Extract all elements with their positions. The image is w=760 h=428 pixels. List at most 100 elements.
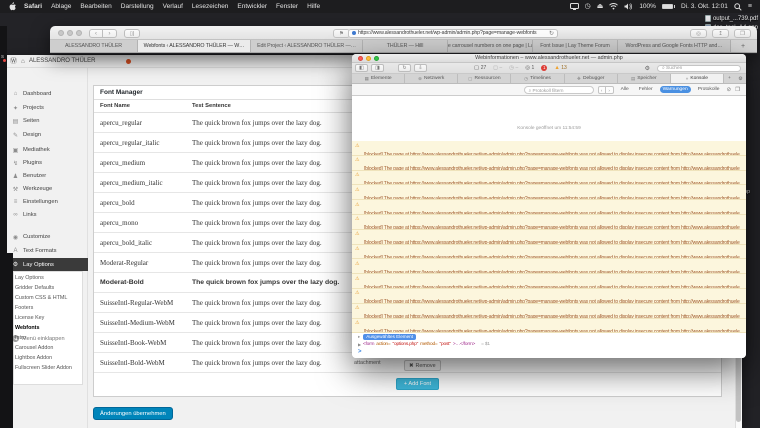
inspector-tab-debugger[interactable]: ❖Debugger (565, 74, 618, 83)
sidebar-item-design[interactable]: ✎Design (5, 129, 88, 141)
zoom-window-icon[interactable] (76, 30, 82, 36)
console-warning-row[interactable]: ⚠[blocked] The page at https://www.aless… (352, 304, 746, 319)
menu-item-entwickler[interactable]: Entwickler (237, 3, 267, 10)
console-warning-row[interactable]: ⚠[blocked] The page at https://www.aless… (352, 185, 746, 200)
wordpress-logo-icon[interactable]: Ⓦ (10, 56, 17, 66)
safari-tab-3[interactable]: Edit Project ‹ ALESSANDRO THÜLER —… (251, 40, 363, 52)
new-tab-button[interactable]: + (731, 40, 755, 52)
sidebar-item-text-formats[interactable]: AText Formats (5, 245, 88, 257)
clear-console-icon[interactable]: ⊘ (726, 87, 731, 93)
submenu-item-webfonts[interactable]: Webfonts (15, 325, 85, 331)
menu-item-ablage[interactable]: Ablage (51, 3, 71, 10)
console-warning-row[interactable]: ⚠[blocked] The page at https://www.aless… (352, 259, 746, 274)
submenu-item-lightbox-addon[interactable]: Lightbox Addon (15, 355, 85, 361)
inspector-settings-gear-icon[interactable]: ⚙ (645, 65, 650, 72)
sidebar-item-projects[interactable]: ✦Projects (5, 102, 88, 114)
add-font-button[interactable]: + Add Font (396, 378, 439, 390)
selected-element-row[interactable]: ▸ Ausgewähltes Element (352, 333, 746, 340)
close-window-icon[interactable] (358, 56, 363, 61)
sidebar-item-lay-options[interactable]: ⚙Lay Options (5, 258, 88, 271)
inspector-tab-speicher[interactable]: ▤Speicher (618, 74, 671, 83)
reader-button[interactable]: ◎ (690, 29, 707, 38)
inspector-search-input[interactable]: ⌕ Suchen (657, 65, 741, 72)
submenu-item-carousel-addon[interactable]: Carousel Addon (15, 345, 85, 351)
remove-font-button[interactable]: ✖Remove (404, 360, 441, 371)
submenu-item-fullscreen-slider-addon[interactable]: Fullscreen Slider Addon (15, 365, 85, 371)
add-tab-button[interactable]: + (724, 74, 735, 83)
desktop-file-pdf[interactable]: output_...739.pdf (705, 15, 758, 22)
console-warning-row[interactable]: ⚠[blocked] The page at https://www.aless… (352, 245, 746, 260)
submenu-item-license-key[interactable]: License Key (15, 315, 85, 321)
menu-item-bearbeiten[interactable]: Bearbeiten (80, 3, 111, 10)
minimize-window-icon[interactable] (366, 56, 371, 61)
menu-item-fenster[interactable]: Fenster (276, 3, 298, 10)
inspector-tab-elemente[interactable]: ▦Elemente (352, 74, 405, 83)
menu-item-safari[interactable]: Safari (24, 3, 42, 10)
next-icon[interactable]: › (606, 86, 614, 94)
safari-tab-4[interactable]: THÜLER — Hilll (363, 40, 448, 52)
sidebar-item-links[interactable]: ∞Links (5, 209, 88, 221)
submenu-item-lay-options[interactable]: Lay Options (15, 275, 85, 281)
address-bar[interactable]: https://www.alessandrothueler.net/wp-adm… (348, 29, 558, 38)
apply-changes-button[interactable]: Änderungen übernehmen (93, 407, 173, 420)
safari-tab-2[interactable]: Webfonts ‹ ALESSANDRO THÜLER — W… (138, 40, 251, 52)
warning-count-badge[interactable]: ▲13 (554, 65, 567, 71)
close-window-icon[interactable] (58, 30, 64, 36)
sidebar-item-customize[interactable]: ◉Customize (5, 231, 88, 243)
inspector-tab-konsole[interactable]: »Konsole (671, 74, 724, 83)
menu-item-lesezeichen[interactable]: Lesezeichen (192, 3, 229, 10)
console-warning-row[interactable]: ⚠[blocked] The page at https://www.aless… (352, 141, 746, 156)
menu-item-darstellung[interactable]: Darstellung (121, 3, 154, 10)
console-warning-row[interactable]: ⚠[blocked] The page at https://www.aless… (352, 215, 746, 230)
safari-tab-7[interactable]: WordPress and Google Fonts HTTP and… (618, 40, 731, 52)
menu-bar-clock[interactable]: Di. 3. Okt. 12:01 (681, 3, 728, 10)
scrollbar-thumb[interactable] (736, 350, 741, 422)
sidebar-item-dashboard[interactable]: ⌂Dashboard (5, 88, 88, 100)
time-machine-icon[interactable]: ◷ (585, 3, 591, 10)
sidebar-item-plugins[interactable]: ↯Plugins (5, 157, 88, 169)
log-filter-input[interactable]: ⌕ Protokoll filtern (524, 86, 594, 94)
console-warning-row[interactable]: ⚠[blocked] The page at https://www.aless… (352, 156, 746, 171)
wifi-icon[interactable] (609, 3, 618, 10)
safari-tab-5[interactable]: hide carrousel numbers on one page | La… (448, 40, 533, 52)
forward-button[interactable]: › (103, 29, 117, 38)
console-warning-row[interactable]: ⚠[blocked] The page at https://www.aless… (352, 319, 746, 334)
apple-menu-icon[interactable] (9, 2, 17, 11)
filter-logs-button[interactable]: Protokolle (695, 86, 723, 93)
console-prompt[interactable]: > (352, 348, 746, 356)
split-console-icon[interactable]: ❐ (735, 87, 740, 93)
wp-site-name[interactable]: ALESSANDRO THÜLER (29, 58, 96, 64)
node-count-badge[interactable]: ◎1 (525, 65, 534, 71)
zoom-window-icon[interactable] (374, 56, 379, 61)
menu-item-verlauf[interactable]: Verlauf (163, 3, 183, 10)
console-warning-row[interactable]: ⚠[blocked] The page at https://www.aless… (352, 200, 746, 215)
dock-side-icon[interactable]: ◧ (355, 64, 368, 72)
sidebar-item-benutzer[interactable]: ♟Benutzer (5, 170, 88, 182)
submenu-item-footers[interactable]: Footers (15, 305, 85, 311)
sidebar-item-seiten[interactable]: ▤Seiten (5, 115, 88, 127)
submenu-item-custom-css-html[interactable]: Custom CSS & HTML (15, 295, 85, 301)
menu-item-hilfe[interactable]: Hilfe (307, 3, 320, 10)
battery-icon[interactable] (662, 4, 675, 9)
tab-settings-gear-icon[interactable]: ⚙ (735, 74, 746, 83)
filter-errors-button[interactable]: Fehler (636, 86, 656, 93)
minimize-window-icon[interactable] (67, 30, 73, 36)
page-url-link[interactable]: https://www.alessandrothueler.net/wp-adm… (410, 329, 578, 333)
home-icon[interactable]: ⌂ (21, 58, 25, 65)
filter-warnings-button[interactable]: Warnungen (660, 86, 691, 93)
display-icon[interactable] (570, 3, 579, 11)
error-count-badge[interactable]: 1 (541, 65, 547, 71)
download-icon[interactable]: ⇩ (414, 64, 427, 72)
safari-tab-6[interactable]: Font Issue | Lay Theme Forum (533, 40, 618, 52)
sidebar-item-mediathek[interactable]: ▣Mediathek (5, 144, 88, 156)
spotlight-search-icon[interactable] (734, 3, 742, 11)
evaluated-node-row[interactable]: ▶ <form action="options.php" method="pos… (352, 341, 746, 348)
inspector-tab-timelines[interactable]: ◷Timelines (511, 74, 564, 83)
volume-icon[interactable] (624, 3, 633, 10)
reload-page-icon[interactable]: ↻ (398, 64, 411, 72)
console-warning-row[interactable]: ⚠[blocked] The page at https://www.aless… (352, 274, 746, 289)
notification-center-icon[interactable]: ≡ (748, 3, 752, 10)
share-button[interactable]: ↥ (712, 29, 729, 38)
sidebar-item-werkzeuge[interactable]: ⚒Werkzeuge (5, 183, 88, 195)
safari-tab-1[interactable]: ALESSANDRO THÜLER (50, 40, 138, 52)
